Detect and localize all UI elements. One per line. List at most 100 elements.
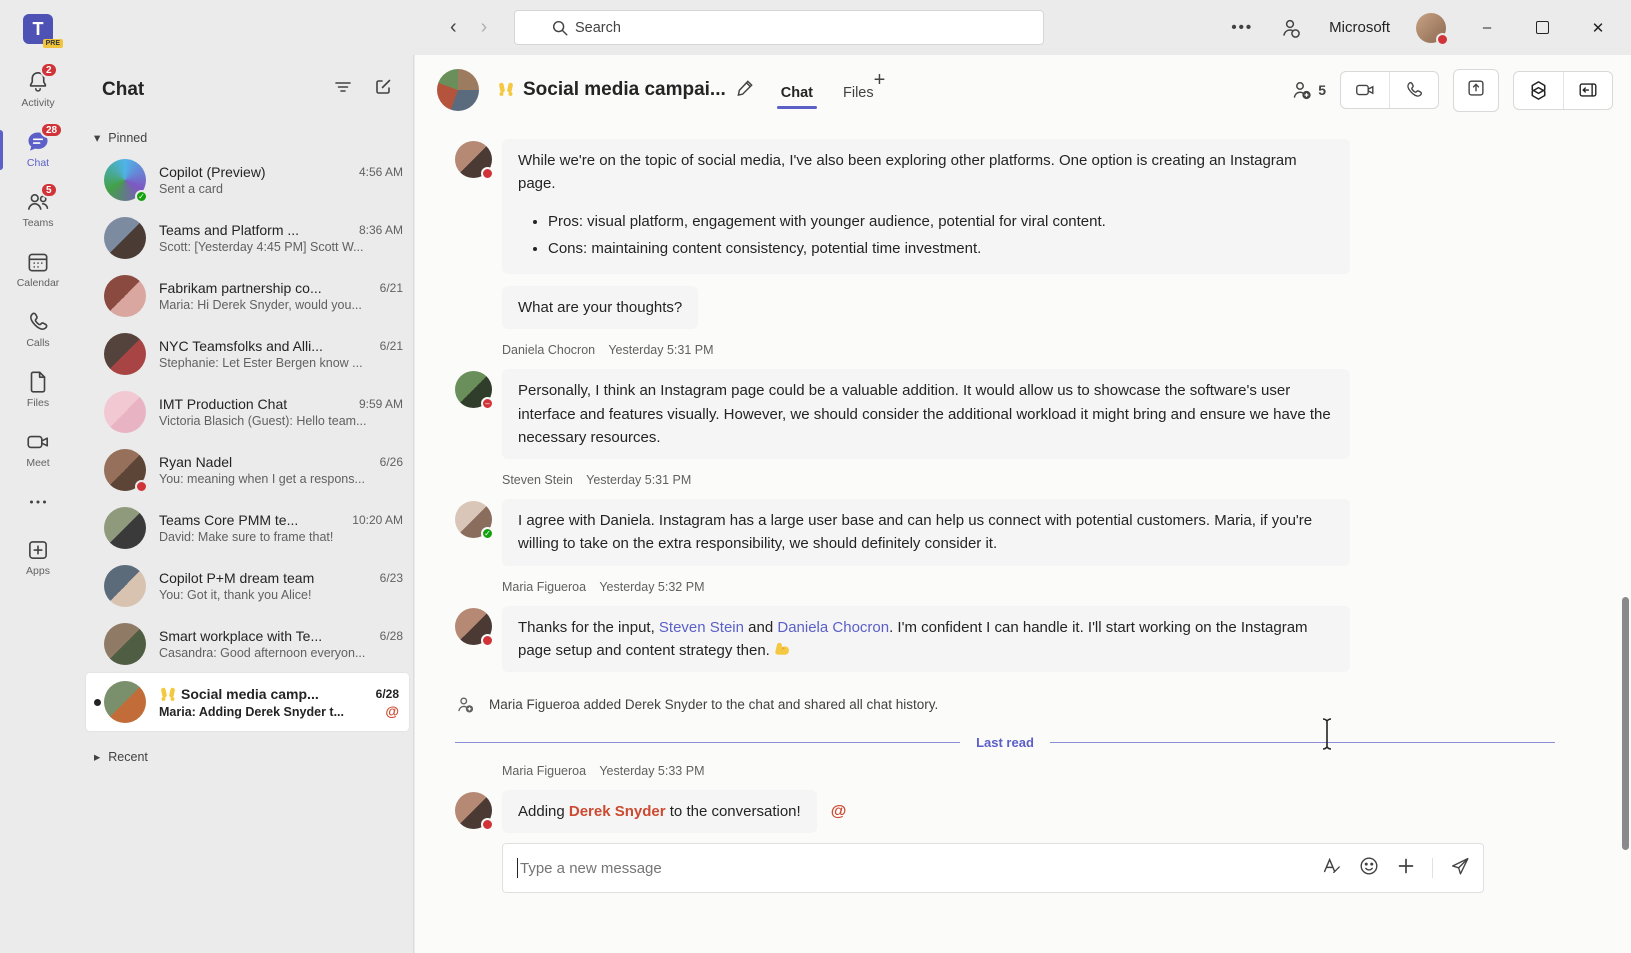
rail-item-activity[interactable]: Activity 2 bbox=[0, 62, 76, 118]
message-bubble[interactable]: Personally, I think an Instagram page co… bbox=[502, 369, 1350, 459]
chat-item-preview: You: meaning when I get a respons... bbox=[159, 472, 403, 486]
tab-files[interactable]: Files bbox=[843, 85, 874, 125]
hands-emoji-icon bbox=[159, 686, 177, 703]
presence-badge bbox=[481, 167, 494, 180]
user-avatar[interactable] bbox=[1416, 13, 1446, 43]
add-tab-button[interactable]: + bbox=[874, 69, 886, 112]
message-avatar: – bbox=[455, 371, 492, 408]
chat-list-item[interactable]: ✓ Copilot (Preview) 4:56 AM Sent a card bbox=[76, 151, 413, 209]
message-compose-box[interactable] bbox=[502, 843, 1484, 893]
attach-more-button[interactable] bbox=[1396, 856, 1416, 881]
conversation-pane: Social media campai... ChatFiles + 5 bbox=[415, 55, 1631, 953]
audio-call-button[interactable] bbox=[1389, 72, 1438, 108]
back-button[interactable]: ‹ bbox=[450, 14, 457, 40]
rail-item-more[interactable] bbox=[0, 482, 76, 526]
rail-item-label: Files bbox=[27, 397, 49, 409]
chat-list-item[interactable]: Fabrikam partnership co... 6/21 Maria: H… bbox=[76, 267, 413, 325]
chat-avatar bbox=[104, 565, 146, 607]
tab-chat[interactable]: Chat bbox=[781, 85, 813, 125]
rail-item-calls[interactable]: Calls bbox=[0, 302, 76, 358]
chat-list-item[interactable]: NYC Teamsfolks and Alli... 6/21 Stephani… bbox=[76, 325, 413, 383]
message-bubble[interactable]: I agree with Daniela. Instagram has a la… bbox=[502, 499, 1350, 566]
title-bar: ‹ › Search ••• Microsoft – ✕ bbox=[0, 0, 1631, 55]
rail-item-meet[interactable]: Meet bbox=[0, 422, 76, 478]
rail-item-files[interactable]: Files bbox=[0, 362, 76, 418]
invite-people-icon[interactable] bbox=[1279, 16, 1303, 40]
message-bubble[interactable]: Adding Derek Snyder to the conversation! bbox=[502, 790, 817, 833]
last-read-divider: Last read bbox=[455, 735, 1555, 750]
rail-item-label: Activity bbox=[21, 97, 54, 109]
chat-item-name: Teams and Platform ... bbox=[159, 222, 351, 238]
notification-badge: 28 bbox=[40, 122, 63, 138]
scrollbar-thumb[interactable] bbox=[1622, 597, 1629, 850]
message-author: Steven Stein bbox=[502, 473, 573, 487]
open-in-window-button[interactable] bbox=[1453, 69, 1499, 112]
send-button[interactable] bbox=[1449, 855, 1471, 882]
chat-avatar: ✓ bbox=[104, 159, 146, 201]
rail-item-label: Calendar bbox=[17, 277, 60, 289]
message-bubble[interactable]: What are your thoughts? bbox=[502, 286, 698, 329]
unread-dot bbox=[94, 699, 101, 706]
more-options-icon[interactable]: ••• bbox=[1231, 19, 1253, 36]
rail-item-apps[interactable]: Apps bbox=[0, 530, 76, 586]
mention-link[interactable]: Daniela Chocron bbox=[777, 619, 889, 636]
participants-button[interactable]: 5 bbox=[1290, 78, 1326, 102]
chat-pane-title: Chat bbox=[102, 79, 313, 101]
forward-button[interactable]: › bbox=[481, 14, 488, 40]
new-chat-icon[interactable] bbox=[373, 77, 393, 102]
rail-item-teams[interactable]: Teams 5 bbox=[0, 182, 76, 238]
rename-chat-icon[interactable] bbox=[736, 78, 755, 102]
rail-item-chat[interactable]: Chat 28 bbox=[0, 122, 76, 178]
open-side-pane-button[interactable] bbox=[1563, 72, 1612, 109]
phone-icon bbox=[25, 309, 51, 335]
chat-list-item[interactable]: Teams and Platform ... 8:36 AM Scott: [Y… bbox=[76, 209, 413, 267]
rail-item-label: Teams bbox=[23, 217, 54, 229]
video-call-button[interactable] bbox=[1341, 72, 1389, 108]
minimize-button[interactable]: – bbox=[1472, 19, 1502, 36]
chat-list-item[interactable]: Smart workplace with Te... 6/28 Casandra… bbox=[76, 615, 413, 673]
recent-section-header[interactable]: ▸ Recent bbox=[76, 731, 413, 770]
message-text: Personally, I think an Instagram page co… bbox=[518, 379, 1334, 449]
search-input[interactable]: Search bbox=[514, 10, 1044, 45]
hands-emoji-icon bbox=[497, 79, 515, 101]
message-text: While we're on the topic of social media… bbox=[518, 149, 1334, 196]
presence-badge bbox=[481, 634, 494, 647]
plus-icon bbox=[1396, 856, 1416, 876]
group-avatar[interactable] bbox=[437, 69, 479, 111]
mention-link[interactable]: Derek Snyder bbox=[569, 803, 666, 820]
chat-item-preview: Sent a card bbox=[159, 182, 403, 196]
presence-busy-badge bbox=[1436, 33, 1449, 46]
chat-item-name: NYC Teamsfolks and Alli... bbox=[159, 338, 372, 354]
pinned-section-header[interactable]: ▾ Pinned bbox=[76, 112, 413, 151]
chat-avatar bbox=[104, 507, 146, 549]
calendar-icon bbox=[25, 249, 51, 275]
chat-list-item[interactable]: Social media camp... 6/28 Maria: Adding … bbox=[86, 673, 409, 731]
mention-link[interactable]: Steven Stein bbox=[659, 619, 744, 636]
chat-item-name: IMT Production Chat bbox=[159, 396, 351, 412]
chat-list-item[interactable]: Teams Core PMM te... 10:20 AM David: Mak… bbox=[76, 499, 413, 557]
copilot-button[interactable] bbox=[1514, 72, 1563, 109]
close-button[interactable]: ✕ bbox=[1583, 19, 1613, 37]
emoji-button[interactable] bbox=[1358, 855, 1380, 882]
message-bubble[interactable]: While we're on the topic of social media… bbox=[502, 139, 1350, 274]
rail-item-calendar[interactable]: Calendar bbox=[0, 242, 76, 298]
message-meta: Steven Stein Yesterday 5:31 PM bbox=[502, 473, 1555, 487]
message-meta: Maria Figueroa Yesterday 5:33 PM bbox=[502, 764, 1555, 778]
chat-item-time: 6/26 bbox=[380, 455, 403, 469]
share-arrow-icon bbox=[1465, 77, 1487, 99]
chat-list-item[interactable]: Ryan Nadel 6/26 You: meaning when I get … bbox=[76, 441, 413, 499]
maximize-button[interactable] bbox=[1536, 21, 1549, 34]
presence-badge: ✓ bbox=[135, 190, 148, 203]
chat-item-name: Copilot (Preview) bbox=[159, 164, 351, 180]
message-bubble[interactable]: Thanks for the input, Steven Stein and D… bbox=[502, 606, 1350, 673]
prerelease-badge: PRE bbox=[43, 39, 63, 48]
chat-list-item[interactable]: IMT Production Chat 9:59 AM Victoria Bla… bbox=[76, 383, 413, 441]
chat-list-item[interactable]: Copilot P+M dream team 6/23 You: Got it,… bbox=[76, 557, 413, 615]
filter-icon[interactable] bbox=[333, 77, 353, 102]
chat-avatar bbox=[104, 391, 146, 433]
app-rail: T PRE Activity 2 Chat 28 Teams 5 Calenda… bbox=[0, 0, 76, 953]
message-text: Thanks for the input, Steven Stein and D… bbox=[518, 616, 1334, 663]
format-button[interactable] bbox=[1320, 855, 1342, 882]
message-input[interactable] bbox=[520, 860, 1320, 877]
chat-item-preview: Victoria Blasich (Guest): Hello team... bbox=[159, 414, 403, 428]
